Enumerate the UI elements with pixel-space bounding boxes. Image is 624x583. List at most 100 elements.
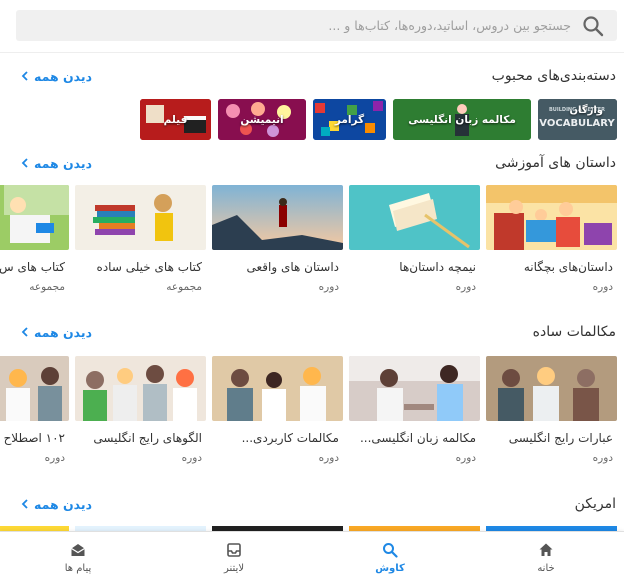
- inbox-icon: [227, 542, 241, 557]
- nav-label: پیام ها: [64, 562, 92, 574]
- idioms-group-image-icon: [0, 356, 69, 421]
- story-card[interactable]: نیمچه داستان‌ها دوره: [349, 185, 480, 293]
- conversation-title: ۱۰۲ اصطلاح: [3, 431, 65, 445]
- story-thumbnail: [75, 185, 206, 250]
- search-input[interactable]: [26, 18, 571, 33]
- see-all-link[interactable]: دیدن همه: [20, 325, 92, 340]
- explore-page: دسته‌بندی‌های محبوب دیدن همه BUILDING A …: [0, 0, 624, 583]
- see-all-label: دیدن همه: [34, 68, 92, 84]
- stories-row: داستان‌های بچگانه دوره نیمچه داستان‌ها د…: [0, 185, 624, 305]
- friends-laughing-image-icon: [212, 356, 343, 421]
- story-title: داستان های واقعی: [246, 260, 339, 274]
- conversation-title: مکالمات کاربردی...: [241, 431, 339, 445]
- outdoor-reader-image-icon: [0, 185, 69, 250]
- story-thumbnail: [486, 185, 617, 250]
- story-card[interactable]: کتاب های خیلی ساده مجموعه: [75, 185, 206, 293]
- category-label: مکالمه زبان انگلیسی: [408, 113, 516, 126]
- story-type: دوره: [592, 281, 613, 293]
- category-label: گرامر: [334, 113, 365, 126]
- conversation-card[interactable]: مکالمه زبان انگلیسی... دوره: [349, 356, 480, 464]
- conversation-thumbnail: [75, 356, 206, 421]
- cafe-talk-image-icon: [349, 356, 480, 421]
- conversation-type: دوره: [455, 452, 476, 464]
- paper-stack-image-icon: [349, 185, 480, 250]
- section-header-categories: دسته‌بندی‌های محبوب دیدن همه: [0, 64, 624, 88]
- story-title: کتاب های س: [0, 260, 65, 274]
- section-title: داستان های آموزشی: [495, 155, 616, 171]
- conversation-thumbnail: [212, 356, 343, 421]
- conversation-thumbnail: [349, 356, 480, 421]
- nav-label: کاوش: [375, 562, 405, 574]
- section-header-stories: داستان های آموزشی دیدن همه: [0, 151, 624, 175]
- search-bar: [0, 0, 624, 53]
- nav-home[interactable]: خانه: [468, 532, 624, 583]
- young-group-image-icon: [75, 356, 206, 421]
- nav-messages[interactable]: پیام ها: [0, 532, 156, 583]
- see-all-link[interactable]: دیدن همه: [20, 156, 92, 171]
- nav-label: لایتنر: [223, 562, 245, 574]
- svg-text:VOCABULARY: VOCABULARY: [539, 118, 615, 129]
- conversation-type: دوره: [592, 452, 613, 464]
- category-chip-animation[interactable]: انیمیشن: [218, 99, 306, 140]
- nav-explore[interactable]: کاوش: [312, 532, 468, 583]
- conversation-type: دوره: [181, 452, 202, 464]
- group-chat-image-icon: [486, 356, 617, 421]
- story-type: دوره: [318, 281, 339, 293]
- story-card[interactable]: کتاب های س مجموعه: [0, 185, 69, 293]
- conversation-type: دوره: [44, 452, 65, 464]
- story-type: دوره: [455, 281, 476, 293]
- mail-open-icon: [71, 543, 85, 556]
- girl-books-image-icon: [75, 185, 206, 250]
- story-title: داستان‌های بچگانه: [523, 260, 613, 274]
- category-chip-vocabulary[interactable]: BUILDING A BETTER VOCABULARY واژگان: [538, 99, 617, 140]
- nav-leitner[interactable]: لایتنر: [156, 532, 312, 583]
- story-thumbnail: [349, 185, 480, 250]
- category-list: BUILDING A BETTER VOCABULARY واژگان مکال…: [0, 99, 624, 141]
- category-chip-conversation[interactable]: مکالمه زبان انگلیسی: [393, 99, 531, 140]
- conversation-thumbnail: [0, 356, 69, 421]
- story-type: مجموعه: [29, 281, 65, 293]
- conversation-type: دوره: [318, 452, 339, 464]
- conversation-thumbnail: [486, 356, 617, 421]
- section-title: مکالمات ساده: [532, 324, 616, 340]
- conversation-card[interactable]: ۱۰۲ اصطلاح دوره: [0, 356, 69, 464]
- family-reading-image-icon: [486, 185, 617, 250]
- nav-label: خانه: [537, 562, 555, 574]
- conversation-card[interactable]: مکالمات کاربردی... دوره: [212, 356, 343, 464]
- section-header-american: امریکن دیدن همه: [0, 492, 624, 516]
- conversation-title: مکالمه زبان انگلیسی...: [359, 431, 476, 445]
- conversation-card[interactable]: عبارات رایج انگلیسی دوره: [486, 356, 617, 464]
- chevron-left-icon: [21, 499, 28, 509]
- story-type: مجموعه: [166, 281, 202, 293]
- see-all-label: دیدن همه: [34, 496, 92, 512]
- story-card[interactable]: داستان های واقعی دوره: [212, 185, 343, 293]
- category-chip-grammar[interactable]: گرامر: [313, 99, 386, 140]
- see-all-link[interactable]: دیدن همه: [20, 497, 92, 512]
- story-title: نیمچه داستان‌ها: [399, 260, 476, 274]
- category-chip-film[interactable]: فیلم: [140, 99, 211, 140]
- conversation-card[interactable]: الگوهای رایج انگلیسی دوره: [75, 356, 206, 464]
- search-box[interactable]: [16, 10, 617, 41]
- story-title: کتاب های خیلی ساده: [96, 260, 202, 274]
- section-title: امریکن: [574, 496, 616, 512]
- story-thumbnail: [0, 185, 69, 250]
- conversation-title: عبارات رایج انگلیسی: [508, 431, 613, 445]
- search-icon: [383, 542, 398, 558]
- conversations-row: عبارات رایج انگلیسی دوره مکالمه زبان انگ…: [0, 356, 624, 476]
- search-icon[interactable]: [581, 14, 605, 38]
- category-label: انیمیشن: [240, 113, 284, 126]
- story-thumbnail: [212, 185, 343, 250]
- bottom-navigation: خانه کاوش لایتنر پیام ها: [0, 531, 624, 583]
- chevron-left-icon: [21, 71, 28, 81]
- see-all-label: دیدن همه: [34, 155, 92, 171]
- conversation-title: الگوهای رایج انگلیسی: [93, 431, 202, 445]
- story-card[interactable]: داستان‌های بچگانه دوره: [486, 185, 617, 293]
- mountain-hiker-image-icon: [212, 185, 343, 250]
- home-icon: [539, 543, 553, 556]
- see-all-label: دیدن همه: [34, 324, 92, 340]
- category-label: فیلم: [163, 113, 188, 126]
- category-label: واژگان: [569, 105, 603, 116]
- section-header-conversations: مکالمات ساده دیدن همه: [0, 320, 624, 344]
- see-all-link[interactable]: دیدن همه: [20, 69, 92, 84]
- chevron-left-icon: [21, 327, 28, 337]
